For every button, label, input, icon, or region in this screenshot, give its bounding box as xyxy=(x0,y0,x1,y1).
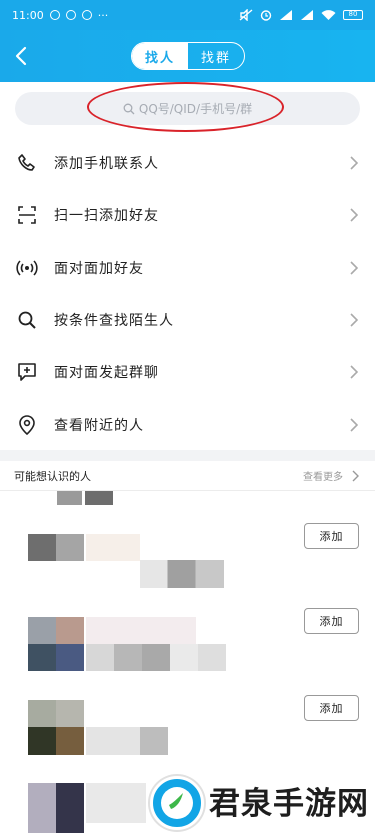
add-friend-button[interactable]: 添加 xyxy=(304,523,359,549)
blurred-info xyxy=(86,727,168,755)
blurred-avatar xyxy=(28,783,84,833)
blurred-info xyxy=(86,644,226,671)
scan-icon xyxy=(16,204,38,226)
alarm-icon xyxy=(260,10,272,21)
chevron-right-icon xyxy=(350,418,358,432)
wifi-icon xyxy=(321,10,336,20)
blurred-avatar xyxy=(28,727,84,755)
notification-icon xyxy=(49,10,60,20)
suggestions-header: 可能想认识的人 查看更多 xyxy=(0,461,375,491)
battery-icon: 80 xyxy=(343,10,363,20)
chevron-right-icon xyxy=(350,313,358,327)
menu-item-scan[interactable]: 扫一扫添加好友 xyxy=(0,189,375,241)
chevron-right-icon xyxy=(350,365,358,379)
signal-icon xyxy=(280,10,292,20)
menu-item-search-strangers[interactable]: 按条件查找陌生人 xyxy=(0,294,375,346)
status-time: 11:00 xyxy=(12,8,44,22)
status-more-dots: ··· xyxy=(97,8,109,22)
status-bar: 11:00 ··· 80 xyxy=(0,0,375,30)
blurred-avatar xyxy=(57,491,113,505)
tab-find-people[interactable]: 找人 xyxy=(132,43,188,69)
location-pin-icon xyxy=(16,414,38,436)
tab-find-groups[interactable]: 找群 xyxy=(188,43,244,69)
add-chat-icon xyxy=(16,361,38,383)
section-divider xyxy=(0,450,375,461)
blurred-avatar xyxy=(28,644,84,671)
suggestions-title: 可能想认识的人 xyxy=(14,469,91,483)
menu-item-nearby-people[interactable]: 查看附近的人 xyxy=(0,398,375,450)
highlight-annotation xyxy=(87,82,284,132)
chevron-right-icon[interactable] xyxy=(352,470,359,482)
menu-list: 添加手机联系人 扫一扫添加好友 面对面加好友 按条件查找陌生人 面对面发起群聊 … xyxy=(0,137,375,451)
chevron-right-icon xyxy=(350,156,358,170)
add-friend-button[interactable]: 添加 xyxy=(304,608,359,634)
add-friend-button[interactable]: 添加 xyxy=(304,695,359,721)
broadcast-icon xyxy=(16,257,38,279)
chevron-right-icon xyxy=(350,261,358,275)
back-arrow-icon[interactable] xyxy=(10,44,34,68)
mute-icon xyxy=(239,9,253,21)
blurred-avatar xyxy=(28,700,84,727)
menu-item-start-group-chat[interactable]: 面对面发起群聊 xyxy=(0,346,375,398)
menu-item-label: 面对面加好友 xyxy=(54,260,144,277)
header: 找人 找群 xyxy=(0,30,375,82)
menu-item-add-phone-contacts[interactable]: 添加手机联系人 xyxy=(0,137,375,189)
menu-item-label: 添加手机联系人 xyxy=(54,156,159,173)
blurred-name xyxy=(86,617,196,644)
phone-icon xyxy=(16,152,38,174)
notification-icon xyxy=(81,10,92,20)
blurred-info xyxy=(86,783,146,823)
blurred-info xyxy=(140,560,224,588)
menu-item-face-to-face[interactable]: 面对面加好友 xyxy=(0,242,375,294)
see-more-link[interactable]: 查看更多 xyxy=(303,468,343,483)
menu-item-label: 扫一扫添加好友 xyxy=(54,208,159,225)
notification-icon xyxy=(65,10,76,20)
watermark-text: 君泉手游网 xyxy=(209,786,369,822)
blurred-avatar xyxy=(28,617,84,644)
watermark-logo xyxy=(150,776,204,830)
blurred-name xyxy=(86,534,140,561)
blurred-avatar xyxy=(28,534,84,561)
search-icon xyxy=(16,309,38,331)
signal-icon xyxy=(301,10,313,20)
menu-item-label: 按条件查找陌生人 xyxy=(54,313,174,330)
tab-switcher: 找人 找群 xyxy=(131,42,245,70)
menu-item-label: 查看附近的人 xyxy=(54,417,144,434)
chevron-right-icon xyxy=(350,208,358,223)
menu-item-label: 面对面发起群聊 xyxy=(54,365,159,382)
